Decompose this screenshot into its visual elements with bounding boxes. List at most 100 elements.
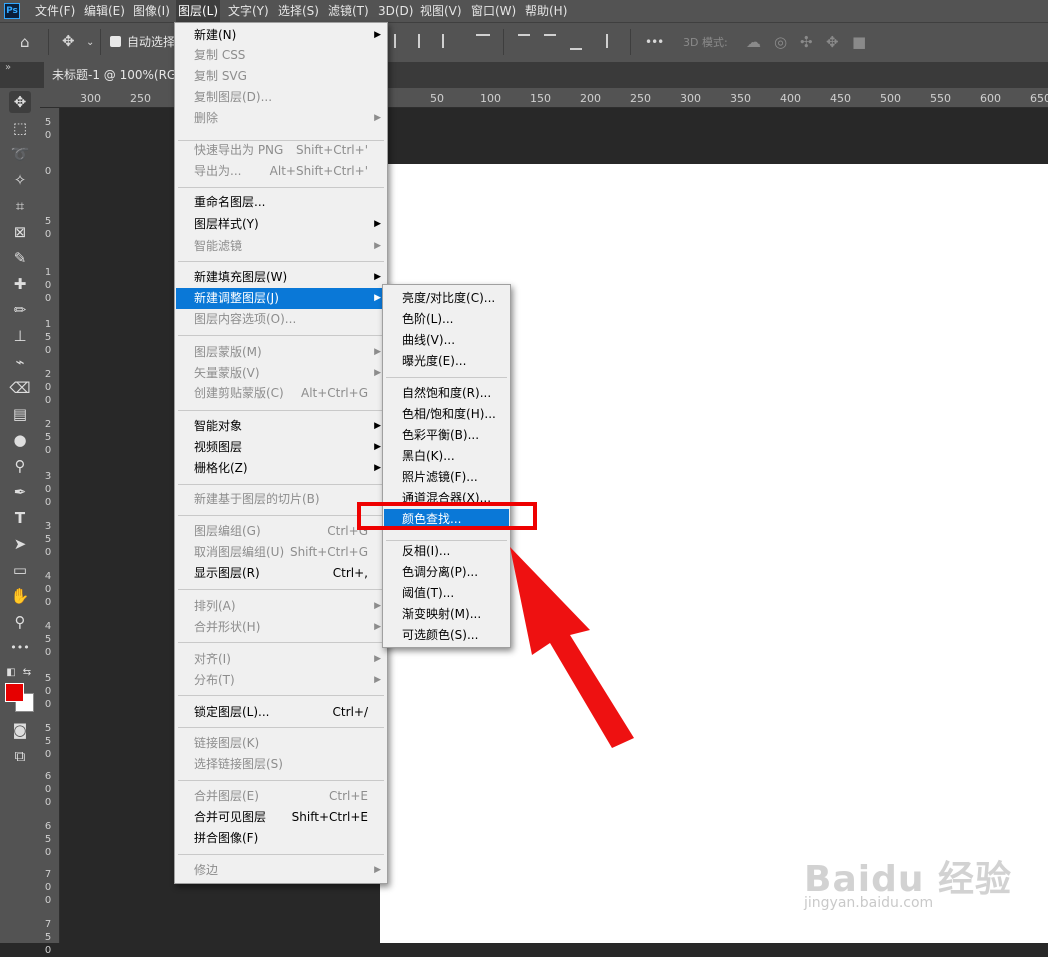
adjustment-item-2[interactable]: 曲线(V)...: [384, 330, 509, 351]
menu-0[interactable]: 文件(F): [33, 0, 79, 22]
ruler-tick-label: 550: [44, 723, 52, 760]
adjustment-item-12[interactable]: 色调分离(P)...: [384, 562, 509, 583]
menu-item-23: 排列(A) ▶: [176, 596, 386, 617]
menu-5[interactable]: 选择(S): [276, 0, 322, 22]
submenu-arrow-icon: ▶: [374, 442, 381, 452]
brush-tool-icon[interactable]: ✏: [9, 299, 31, 321]
menu-item-27[interactable]: 锁定图层(L)... Ctrl+/: [176, 702, 386, 723]
menu-item-32[interactable]: 拼合图像(F): [176, 828, 386, 849]
3d-roll-icon[interactable]: ◎: [774, 34, 787, 50]
adjustment-item-15[interactable]: 可选颜色(S)...: [384, 625, 509, 646]
vertical-ruler[interactable]: 50 0 50 100 150 200 250 300 350 400 450 500 550 600 65…: [40, 108, 60, 956]
auto-select-checkbox[interactable]: [110, 36, 121, 47]
3d-scale-icon[interactable]: ■: [852, 34, 866, 50]
pen-tool-icon[interactable]: ✒: [9, 481, 31, 503]
distribute-icon[interactable]: [476, 34, 490, 46]
default-colors-icon[interactable]: ◧: [4, 662, 18, 684]
adjustment-item-3[interactable]: 曝光度(E)...: [384, 351, 509, 372]
adjustment-item-6[interactable]: 色彩平衡(B)...: [384, 425, 509, 446]
menu-item-label: 矢量蒙版(V): [194, 366, 260, 380]
document-tab[interactable]: 未标题-1 @ 100%(RGB/: [44, 62, 180, 88]
adjustment-item-5[interactable]: 色相/饱和度(H)...: [384, 404, 509, 425]
path-selection-tool-icon[interactable]: ➤: [9, 533, 31, 555]
zoom-tool-icon[interactable]: ⚲: [9, 611, 31, 633]
menu-item-10[interactable]: 新建填充图层(W) ▶: [176, 267, 386, 288]
type-tool-icon[interactable]: T: [9, 507, 31, 529]
3d-orbit-icon[interactable]: ☁: [746, 34, 761, 50]
align-right-icon[interactable]: [442, 34, 456, 48]
menu-6[interactable]: 滤镜(T): [326, 0, 372, 22]
lasso-tool-icon[interactable]: ➰: [9, 143, 31, 165]
dodge-tool-icon[interactable]: ⚲: [9, 455, 31, 477]
eraser-tool-icon[interactable]: ⌫: [9, 377, 31, 399]
menu-item-8[interactable]: 图层样式(Y) ▶: [176, 214, 386, 235]
menu-10[interactable]: 帮助(H): [523, 0, 571, 22]
more-options-icon[interactable]: •••: [645, 34, 664, 50]
eyedropper-tool-icon[interactable]: ✎: [9, 247, 31, 269]
menu-item-label: 图层编组(G): [194, 524, 261, 538]
menu-item-18[interactable]: 栅格化(Z) ▶: [176, 458, 386, 479]
menu-2[interactable]: 图像(I): [131, 0, 173, 22]
menu-item-16[interactable]: 智能对象 ▶: [176, 416, 386, 437]
align-bottom-icon[interactable]: [570, 34, 582, 50]
menu-4[interactable]: 文字(Y): [226, 0, 272, 22]
screen-mode-icon[interactable]: ⧉: [9, 745, 31, 767]
menu-separator: [178, 780, 384, 781]
menu-item-0[interactable]: 新建(N) ▶: [176, 25, 386, 46]
move-tool-icon[interactable]: ✥: [62, 33, 75, 49]
rectangle-tool-icon[interactable]: ▭: [9, 559, 31, 581]
magic-wand-tool-icon[interactable]: ✧: [9, 169, 31, 191]
move-tool-icon[interactable]: ✥: [9, 91, 31, 113]
layer-menu-dropdown: 新建(N) ▶ 复制 CSS 复制 SVG 复制图层(D)... 删除 ▶ 快速导出为 PNG…: [174, 22, 388, 884]
menu-item-22[interactable]: 显示图层(R) Ctrl+,: [176, 563, 386, 584]
menu-item-7[interactable]: 重命名图层...: [176, 192, 386, 213]
hand-tool-icon[interactable]: ✋: [9, 585, 31, 607]
menu-1[interactable]: 编辑(E): [82, 0, 128, 22]
history-brush-tool-icon[interactable]: ⌁: [9, 351, 31, 373]
blur-tool-icon[interactable]: ●: [9, 429, 31, 451]
adjustment-item-8[interactable]: 照片滤镜(F)...: [384, 467, 509, 488]
menu-item-label: 导出为...: [194, 164, 242, 178]
ruler-tick-label: 250: [630, 92, 651, 105]
menu-item-label: 视频图层: [194, 440, 243, 454]
menu-8[interactable]: 视图(V): [418, 0, 466, 22]
adjustment-item-7[interactable]: 黑白(K)...: [384, 446, 509, 467]
adjustment-item-0[interactable]: 亮度/对比度(C)...: [384, 288, 509, 309]
healing-brush-tool-icon[interactable]: ✚: [9, 273, 31, 295]
clone-stamp-tool-icon[interactable]: ⊥: [9, 325, 31, 347]
gradient-tool-icon[interactable]: ▤: [9, 403, 31, 425]
crop-tool-icon[interactable]: ⌗: [9, 195, 31, 217]
marquee-tool-icon[interactable]: ⬚: [9, 117, 31, 139]
align-middle-icon[interactable]: [544, 34, 556, 50]
menu-3[interactable]: 图层(L): [176, 0, 220, 22]
menu-9[interactable]: 窗口(W): [469, 0, 520, 22]
chevron-down-icon[interactable]: ⌄: [86, 35, 94, 51]
adjustment-item-11[interactable]: 反相(I)...: [384, 541, 509, 562]
home-icon[interactable]: ⌂: [20, 34, 30, 50]
submenu-arrow-icon: ▶: [374, 368, 381, 378]
3d-slide-icon[interactable]: ✥: [826, 34, 839, 50]
menu-item-17[interactable]: 视频图层 ▶: [176, 437, 386, 458]
menu-7[interactable]: 3D(D): [376, 0, 414, 22]
collapse-panel-icon[interactable]: »: [5, 62, 11, 73]
adjustment-item-1[interactable]: 色阶(L)...: [384, 309, 509, 330]
3d-pan-icon[interactable]: ✣: [800, 34, 813, 50]
ruler-tick-label: 300: [680, 92, 701, 105]
quick-mask-icon[interactable]: ◙: [9, 719, 31, 741]
swap-colors-icon[interactable]: ⇆: [20, 662, 34, 684]
adjustment-item-4[interactable]: 自然饱和度(R)...: [384, 383, 509, 404]
adjustment-item-13[interactable]: 阈值(T)...: [384, 583, 509, 604]
distribute-vertical-icon[interactable]: [606, 34, 620, 48]
edit-toolbar-icon[interactable]: •••: [9, 637, 31, 659]
align-center-icon[interactable]: [418, 34, 432, 48]
submenu-arrow-icon: ▶: [374, 601, 381, 611]
foreground-color-swatch[interactable]: [5, 683, 24, 702]
menu-item-31[interactable]: 合并可见图层 Shift+Ctrl+E: [176, 807, 386, 828]
align-top-icon[interactable]: [518, 34, 530, 50]
align-left-icon[interactable]: [394, 34, 408, 48]
adjustment-item-14[interactable]: 渐变映射(M)...: [384, 604, 509, 625]
menu-item-label: 栅格化(Z): [194, 461, 248, 475]
watermark-url: jingyan.baidu.com: [804, 895, 934, 911]
frame-tool-icon[interactable]: ⊠: [9, 221, 31, 243]
menu-item-11[interactable]: 新建调整图层(J) ▶: [176, 288, 386, 309]
